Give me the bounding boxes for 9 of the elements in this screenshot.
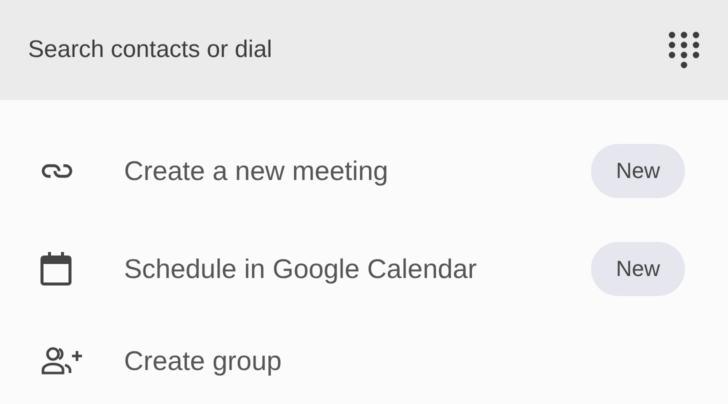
menu-item-label[interactable]: Create a new meeting xyxy=(124,156,591,186)
new-badge: New xyxy=(591,242,685,296)
search-field[interactable]: Search contacts or dial xyxy=(0,0,728,100)
dialpad-icon[interactable] xyxy=(668,31,700,69)
menu-item-label[interactable]: Create group xyxy=(124,346,685,376)
add-group-icon xyxy=(40,346,84,376)
menu-item-label[interactable]: Schedule in Google Calendar xyxy=(124,254,591,284)
calendar-icon xyxy=(40,252,72,286)
new-badge: New xyxy=(591,144,685,198)
